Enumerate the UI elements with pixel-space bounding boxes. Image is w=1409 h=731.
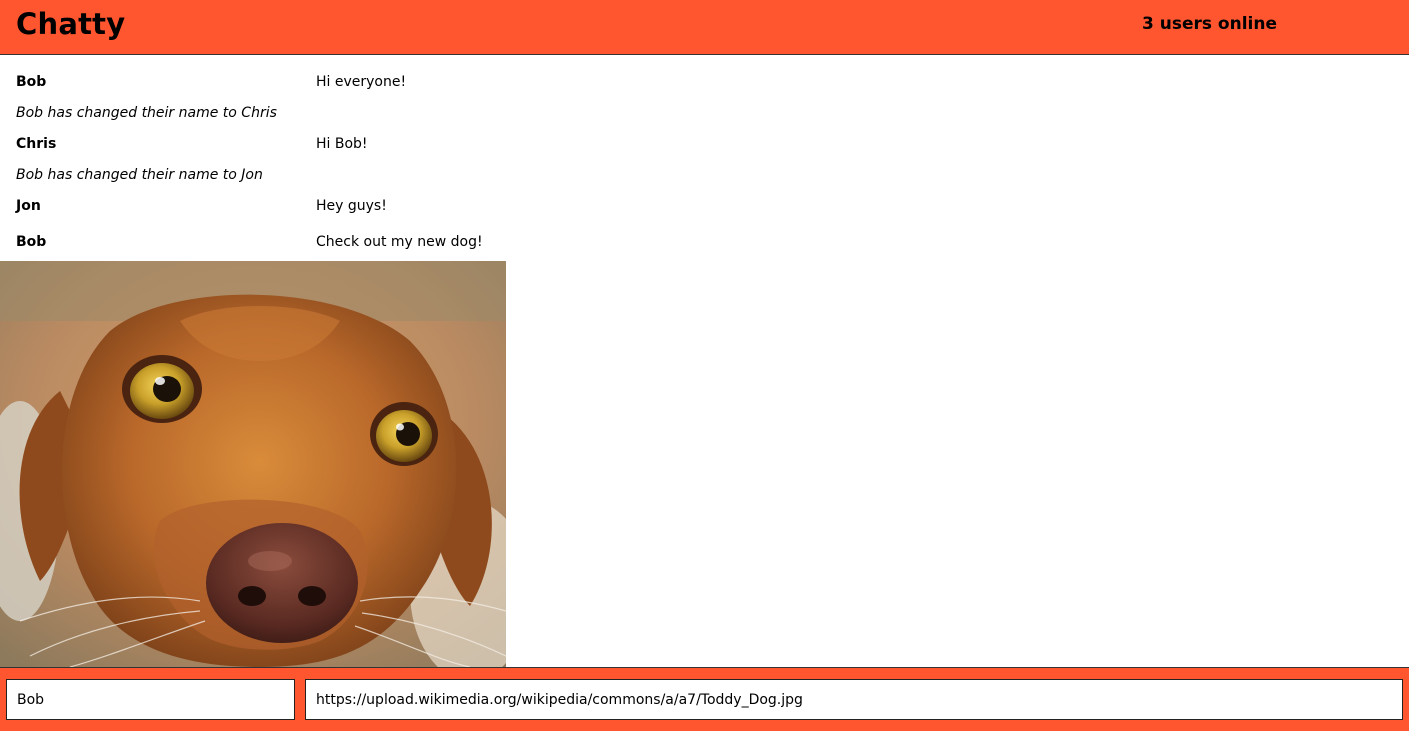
message-content: Hey guys!	[316, 198, 387, 214]
message-row: Bob Hi everyone!	[0, 74, 1409, 96]
message-list: Bob Hi everyone! Bob has changed their n…	[0, 56, 1409, 667]
message-content: Hi Bob!	[316, 136, 368, 152]
message-row: Jon Hey guys!	[0, 198, 1409, 220]
message-content: Check out my new dog!	[316, 234, 483, 250]
users-online-count: 3 users online	[1142, 14, 1277, 34]
username-input[interactable]	[6, 679, 295, 720]
message-row: Bob Check out my new dog!	[0, 234, 1409, 256]
message-content: Hi everyone!	[316, 74, 407, 90]
navbar: Chatty 3 users online	[0, 0, 1409, 55]
message-row: Chris Hi Bob!	[0, 136, 1409, 158]
message-username: Bob	[16, 234, 47, 250]
notification-text: Bob has changed their name to Jon	[16, 167, 263, 183]
dog-photo	[0, 261, 506, 667]
message-input[interactable]	[305, 679, 1403, 720]
notification-row: Bob has changed their name to Chris	[0, 105, 1409, 127]
message-username: Chris	[16, 136, 57, 152]
brand-title[interactable]: Chatty	[16, 7, 125, 41]
message-username: Bob	[16, 74, 47, 90]
chatbar	[0, 667, 1409, 731]
notification-row: Bob has changed their name to Jon	[0, 167, 1409, 189]
message-username: Jon	[16, 198, 41, 214]
notification-text: Bob has changed their name to Chris	[16, 105, 277, 121]
